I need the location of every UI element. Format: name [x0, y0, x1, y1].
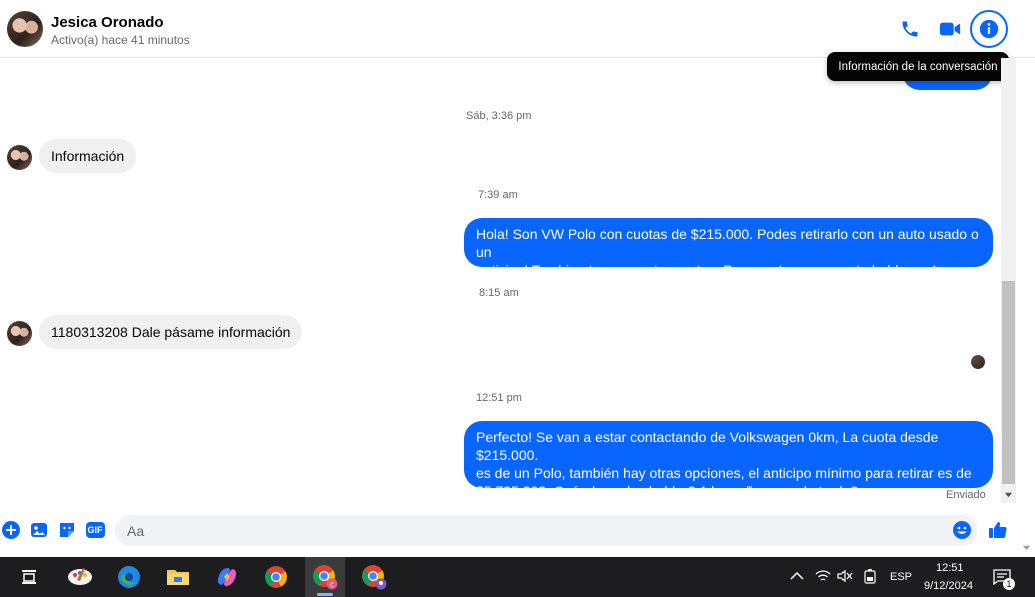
task-view-icon [22, 570, 36, 584]
message-input-placeholder: Aa [127, 523, 145, 539]
clock-time[interactable]: 12:51 [936, 562, 964, 574]
read-receipt-avatar [971, 355, 985, 369]
image-icon [31, 523, 47, 537]
emoji-button[interactable] [951, 519, 973, 541]
video-camera-icon [939, 22, 961, 36]
scroll-down-arrow-icon[interactable] [1004, 490, 1013, 499]
contact-avatar[interactable] [7, 11, 43, 47]
paint-app-icon [68, 568, 92, 585]
video-call-button[interactable] [935, 14, 965, 44]
attach-image-button[interactable] [28, 519, 50, 541]
message-line: Hola! Son VW Polo con cuotas de $215.000… [476, 226, 979, 260]
message-input[interactable] [115, 515, 977, 546]
gif-icon: GIF [85, 522, 105, 538]
messages-scrollbar-thumb[interactable] [1002, 281, 1015, 484]
thumbs-up-icon [989, 522, 1007, 538]
task-view-button[interactable] [9, 557, 49, 597]
phone-icon [902, 21, 918, 37]
message-line: Perfecto! Se van a estar contactando de … [476, 429, 939, 463]
sender-avatar[interactable] [7, 321, 32, 346]
file-explorer-icon [167, 570, 189, 585]
info-icon [979, 19, 999, 39]
outgoing-message[interactable]: Hola! Son VW Polo con cuotas de $215.000… [464, 218, 993, 278]
voice-call-button[interactable] [895, 14, 925, 44]
show-hidden-icons-chevron-icon[interactable] [790, 571, 804, 581]
sticker-icon [60, 523, 74, 537]
incoming-message[interactable]: Información [39, 139, 137, 173]
page-scrollbar[interactable] [1019, 58, 1035, 556]
plus-icon [2, 521, 20, 539]
chrome-profile-c-button[interactable]: c [305, 557, 345, 597]
input-language[interactable]: ESP [890, 571, 912, 583]
message-line: $5.725.203. Cuándo podes hablar? A la ma… [476, 483, 859, 499]
svg-text:c: c [330, 580, 334, 589]
info-tooltip: Información de la conversación [827, 52, 1009, 81]
copilot-button[interactable] [207, 557, 247, 597]
chrome-profile-2-button[interactable] [354, 557, 394, 597]
message-timestamp: 8:15 am [479, 287, 519, 299]
clock-date[interactable]: 9/12/2024 [924, 580, 973, 592]
chrome-profile-2-icon [362, 565, 387, 590]
message-timestamp: Sáb, 3:36 pm [466, 110, 532, 122]
edge-browser-button[interactable] [109, 557, 149, 597]
contact-name[interactable]: Jesica Oronado [51, 14, 164, 31]
emoji-icon [953, 521, 971, 539]
file-explorer-button[interactable] [158, 557, 198, 597]
chrome-button[interactable] [256, 557, 296, 597]
delivery-status: Enviado [946, 489, 986, 501]
message-line: anticipo! Tambien tenemos otros autos. P… [476, 262, 937, 278]
sender-avatar[interactable] [7, 145, 32, 170]
message-line: es de un Polo, también hay otras opcione… [476, 465, 972, 481]
page-scroll-down-arrow-icon[interactable] [1022, 543, 1031, 552]
notification-count-badge: 1 [1003, 578, 1015, 590]
message-timestamp: 7:39 am [478, 189, 518, 201]
edge-icon [118, 566, 140, 588]
gif-button[interactable]: GIF [84, 519, 106, 541]
message-timestamp: 12:51 pm [476, 392, 522, 404]
like-button[interactable] [987, 519, 1009, 541]
outgoing-message[interactable]: Perfecto! Se van a estar contactando de … [464, 421, 993, 499]
paint-app-button[interactable] [60, 557, 100, 597]
copilot-icon [218, 568, 236, 586]
chrome-profile-c-icon: c [313, 565, 338, 590]
wifi-icon[interactable] [815, 569, 831, 583]
more-actions-button[interactable] [0, 519, 22, 541]
conversation-info-button[interactable] [970, 10, 1008, 48]
windows-taskbar [0, 557, 1035, 597]
chrome-icon [265, 566, 287, 588]
contact-status: Activo(a) hace 41 minutos [51, 33, 190, 47]
volume-muted-icon[interactable] [837, 569, 853, 583]
sticker-button[interactable] [56, 519, 78, 541]
incoming-message[interactable]: 1180313208 Dale pásame información [39, 315, 303, 349]
battery-icon[interactable] [863, 568, 877, 584]
